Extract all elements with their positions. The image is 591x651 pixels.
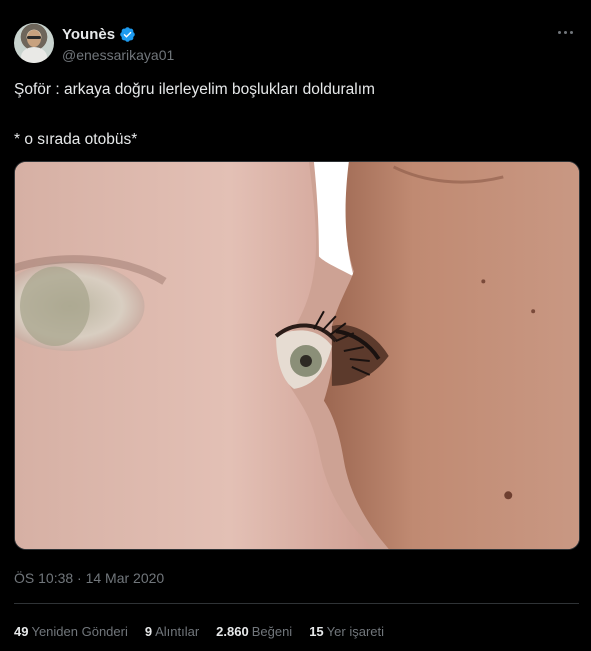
- stat-likes-count: 2.860: [216, 624, 249, 639]
- avatar-shirt: [21, 47, 47, 63]
- more-horizontal-icon[interactable]: [555, 25, 575, 39]
- stat-bookmarks-count: 15: [309, 624, 324, 639]
- stat-quotes-label: Alıntılar: [155, 624, 200, 639]
- stat-bookmarks-label: Yer işareti: [326, 624, 384, 639]
- tweet-photo[interactable]: [14, 161, 580, 550]
- stat-likes[interactable]: 2.860 Beğeni: [216, 624, 292, 639]
- stat-reposts[interactable]: 49 Yeniden Gönderi: [14, 624, 128, 639]
- tweet-detail: Younès @enessarikaya01 Şoför : arkaya do…: [0, 0, 591, 651]
- avatar-glasses: [27, 36, 41, 39]
- display-name[interactable]: Younès: [62, 26, 115, 43]
- tweet-text: Şoför : arkaya doğru ilerleyelim boşlukl…: [14, 80, 577, 150]
- engagement-stats: 49 Yeniden Gönderi 9 Alıntılar 2.860 Beğeni…: [14, 624, 401, 639]
- stat-quotes[interactable]: 9 Alıntılar: [145, 624, 199, 639]
- author-handle[interactable]: @enessarikaya01: [62, 47, 174, 63]
- stat-bookmarks[interactable]: 15 Yer işareti: [309, 624, 384, 639]
- stat-reposts-count: 49: [14, 624, 29, 639]
- verified-badge-icon: [119, 26, 136, 43]
- divider: [14, 603, 579, 604]
- author-names: Younès @enessarikaya01: [62, 25, 174, 63]
- tweet-header: Younès @enessarikaya01: [14, 21, 577, 65]
- display-name-row: Younès: [62, 25, 174, 44]
- tweet-text-line-1: Şoför : arkaya doğru ilerleyelim boşlukl…: [14, 81, 375, 98]
- tweet-text-line-2: * o sırada otobüs*: [14, 131, 138, 148]
- avatar[interactable]: [14, 23, 54, 63]
- photo-illustration: [15, 162, 579, 549]
- stat-reposts-label: Yeniden Gönderi: [31, 624, 128, 639]
- stat-likes-label: Beğeni: [251, 624, 293, 639]
- stat-quotes-count: 9: [144, 624, 153, 639]
- tweet-timestamp[interactable]: ÖS 10:38 · 14 Mar 2020: [14, 570, 164, 586]
